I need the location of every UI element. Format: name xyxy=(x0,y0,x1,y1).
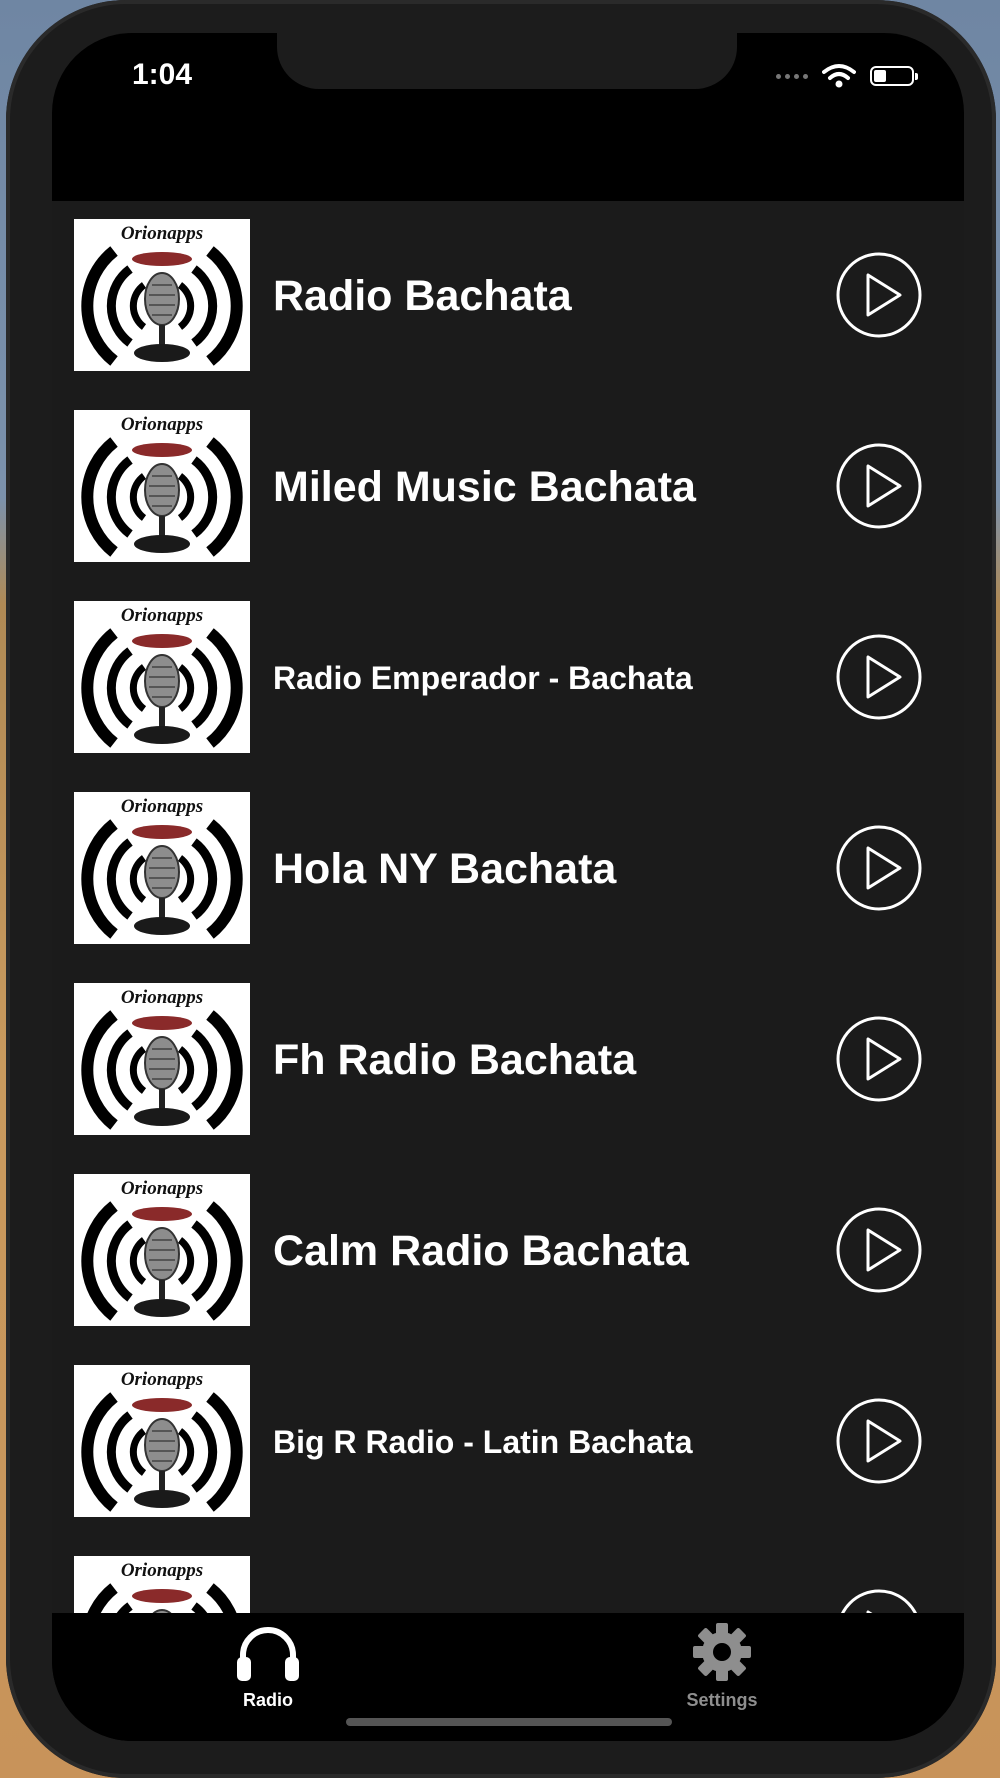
station-row[interactable]: Orionapps Hola NY Bachata xyxy=(52,774,964,965)
play-button[interactable] xyxy=(835,633,923,721)
play-button[interactable] xyxy=(835,1206,923,1294)
tab-radio[interactable]: Radio xyxy=(188,1621,348,1711)
status-time: 1:04 xyxy=(132,58,193,91)
station-name: Calm Radio Bachata xyxy=(273,1227,689,1275)
microphone-logo-icon xyxy=(81,1010,243,1130)
headphones-icon xyxy=(237,1627,299,1681)
station-name: Miled Music Bachata xyxy=(273,463,696,511)
microphone-logo-icon xyxy=(81,246,243,366)
status-indicators xyxy=(776,63,918,89)
station-name: Fh Radio Bachata xyxy=(273,1036,637,1084)
station-logo: Orionapps xyxy=(74,219,250,371)
station-name: Hola NY Bachata xyxy=(273,845,617,893)
notch xyxy=(277,33,737,89)
station-row[interactable]: Orionapps Miled Music Bachata xyxy=(52,392,964,583)
tab-settings-label: Settings xyxy=(686,1690,758,1710)
phone-frame: 1:04 Orionapps Radio Bachata Orionapps M… xyxy=(6,0,996,1778)
microphone-logo-icon xyxy=(81,1392,243,1512)
tab-radio-label: Radio xyxy=(242,1690,293,1710)
station-logo: Orionapps xyxy=(74,1174,250,1326)
microphone-logo-icon xyxy=(81,628,243,748)
station-row[interactable]: Orionapps Big R Radio - Latin Bachata xyxy=(52,1347,964,1538)
station-row[interactable]: Orionapps Radio Bachata xyxy=(52,201,964,392)
station-logo: Orionapps xyxy=(74,983,250,1135)
play-button[interactable] xyxy=(835,251,923,339)
station-list[interactable]: Orionapps Radio Bachata Orionapps Miled … xyxy=(52,201,964,1613)
station-row[interactable]: Orionapps xyxy=(52,1538,964,1613)
battery-icon xyxy=(870,66,918,86)
cellular-signal-icon xyxy=(776,73,808,79)
station-row[interactable]: Orionapps Radio Emperador - Bachata xyxy=(52,583,964,774)
play-button[interactable] xyxy=(835,1397,923,1485)
station-row[interactable]: Orionapps Fh Radio Bachata xyxy=(52,965,964,1156)
microphone-logo-icon xyxy=(81,1201,243,1321)
play-button[interactable] xyxy=(835,1588,923,1613)
station-logo: Orionapps xyxy=(74,792,250,944)
tab-settings[interactable]: Settings xyxy=(642,1621,802,1711)
home-indicator[interactable] xyxy=(346,1718,672,1726)
station-logo: Orionapps xyxy=(74,1365,250,1517)
station-logo: Orionapps xyxy=(74,1556,250,1613)
station-logo: Orionapps xyxy=(74,601,250,753)
play-button[interactable] xyxy=(835,1015,923,1103)
station-logo: Orionapps xyxy=(74,410,250,562)
microphone-logo-icon xyxy=(81,437,243,557)
play-button[interactable] xyxy=(835,442,923,530)
play-button[interactable] xyxy=(835,824,923,912)
station-name: Radio Emperador - Bachata xyxy=(273,660,693,696)
app-screen: 1:04 Orionapps Radio Bachata Orionapps M… xyxy=(52,33,964,1741)
wifi-icon xyxy=(822,64,856,88)
station-name: Big R Radio - Latin Bachata xyxy=(273,1424,693,1460)
station-name: Radio Bachata xyxy=(273,272,572,320)
gear-icon xyxy=(693,1623,751,1681)
microphone-logo-icon xyxy=(87,1583,237,1613)
microphone-logo-icon xyxy=(81,819,243,939)
station-row[interactable]: Orionapps Calm Radio Bachata xyxy=(52,1156,964,1347)
